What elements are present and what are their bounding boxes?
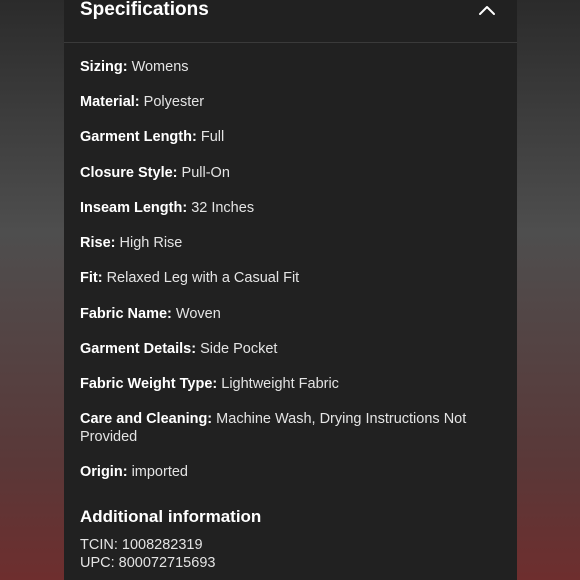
specifications-header[interactable]: Specifications [64, 0, 517, 43]
spec-label: Inseam Length: [80, 200, 188, 216]
spec-value: Woven [175, 306, 221, 322]
spec-fabric-weight-type: Fabric Weight Type: Lightweight Fabric [80, 375, 339, 393]
spec-care-and-cleaning: Care and Cleaning: Machine Wash, Drying … [80, 410, 480, 446]
background-left-edge [0, 0, 64, 580]
chevron-up-icon[interactable] [477, 0, 497, 20]
spec-value: Pull-On [181, 165, 230, 181]
spec-garment-details: Garment Details: Side Pocket [80, 340, 277, 358]
spec-value: High Rise [119, 235, 183, 251]
spec-closure-style: Closure Style: Pull-On [80, 164, 230, 182]
spec-garment-length: Garment Length: Full [80, 128, 224, 146]
spec-label: Origin: [80, 464, 128, 480]
section-title: Specifications [80, 0, 209, 20]
spec-label: Closure Style: [80, 165, 178, 181]
background-right-edge [517, 0, 580, 580]
spec-label: Fabric Weight Type: [80, 376, 218, 392]
spec-label: Material: [80, 94, 140, 110]
spec-label: Fit: [80, 270, 103, 286]
tcin-text: TCIN: 1008282319 [80, 537, 203, 553]
spec-label: Fabric Name: [80, 306, 172, 322]
spec-fit: Fit: Relaxed Leg with a Casual Fit [80, 269, 299, 287]
upc-text: UPC: 800072715693 [80, 555, 216, 571]
spec-rise: Rise: High Rise [80, 234, 182, 252]
spec-label: Sizing: [80, 59, 128, 75]
specifications-panel: Specifications Sizing: Womens Material: … [64, 0, 517, 580]
spec-origin: Origin: imported [80, 463, 188, 481]
spec-label: Garment Length: [80, 129, 197, 145]
spec-label: Care and Cleaning: [80, 411, 213, 427]
spec-value: Lightweight Fabric [221, 376, 339, 392]
spec-sizing: Sizing: Womens [80, 58, 189, 76]
spec-value: Full [200, 129, 225, 145]
spec-value: Womens [131, 59, 189, 75]
spec-label: Rise: [80, 235, 116, 251]
spec-value: Polyester [143, 94, 205, 110]
spec-value: Side Pocket [200, 341, 278, 357]
spec-label: Garment Details: [80, 341, 197, 357]
spec-material: Material: Polyester [80, 93, 204, 111]
spec-value: imported [131, 464, 188, 480]
spec-fabric-name: Fabric Name: Woven [80, 305, 221, 323]
spec-value: 32 Inches [191, 200, 255, 216]
spec-inseam-length: Inseam Length: 32 Inches [80, 199, 254, 217]
spec-value: Relaxed Leg with a Casual Fit [106, 270, 300, 286]
additional-information-title: Additional information [80, 507, 262, 526]
